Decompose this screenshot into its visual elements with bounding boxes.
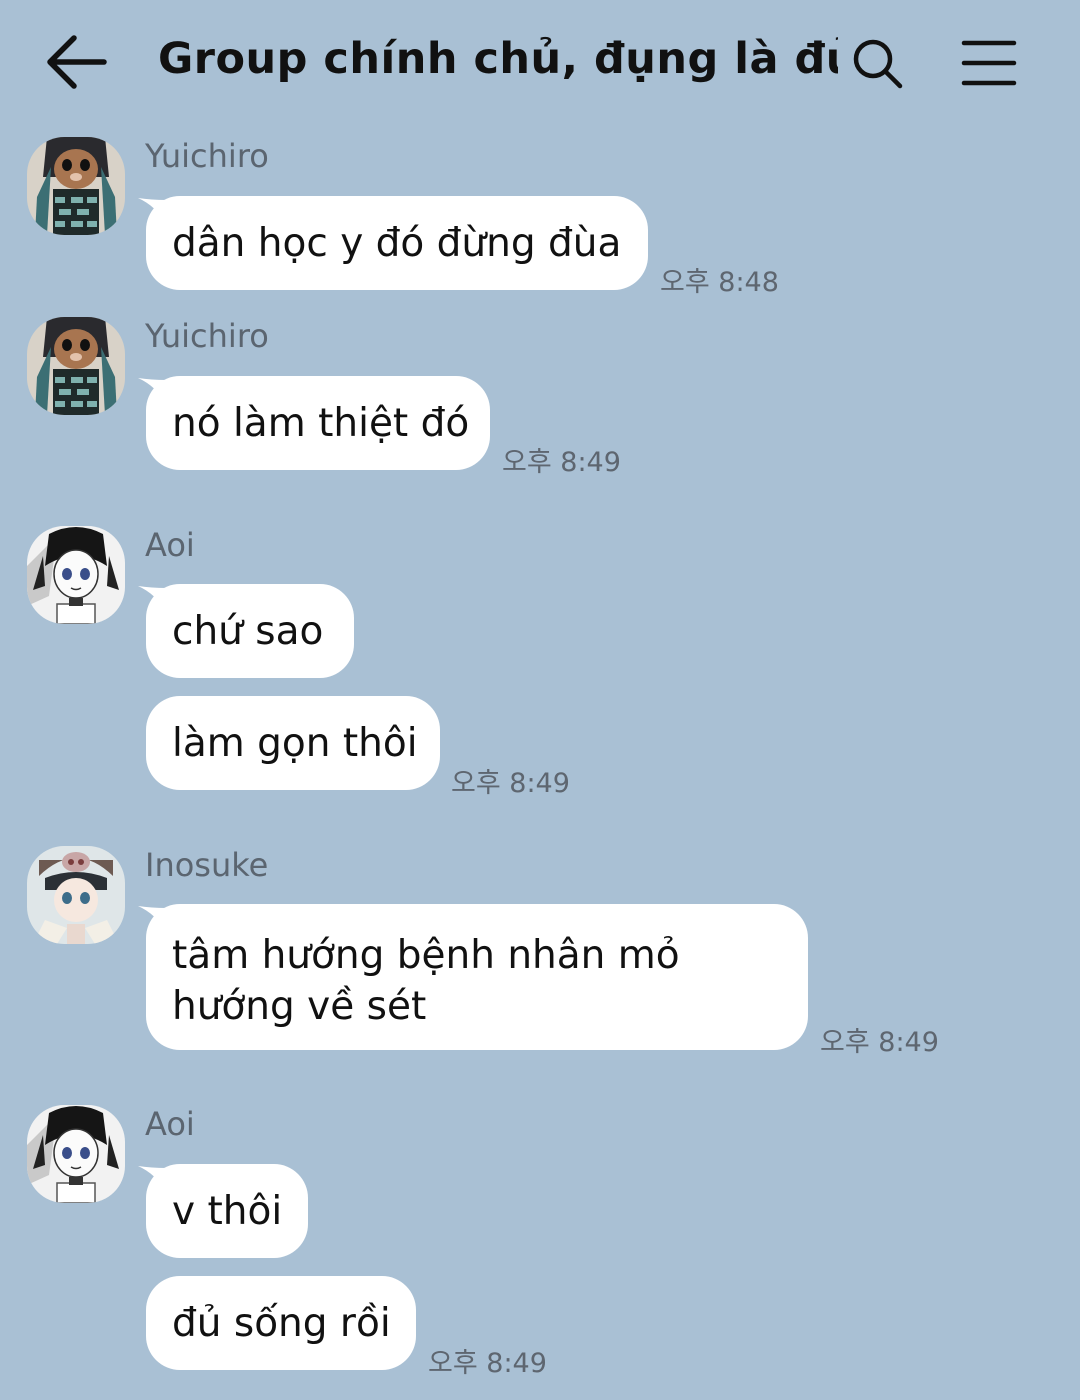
message-bubble[interactable]: tâm hướng bệnh nhân mỏ hướng về sét: [146, 904, 808, 1050]
message-timestamp: 오후 8:49: [502, 447, 621, 478]
yuichiro-avatar[interactable]: [27, 137, 125, 235]
message-timestamp: 오후 8:49: [820, 1027, 939, 1058]
back-button[interactable]: [44, 32, 108, 92]
sender-name: Yuichiro: [145, 317, 269, 355]
hamburger-menu-icon: [961, 40, 1017, 86]
sender-name: Inosuke: [145, 846, 269, 884]
message-timestamp: 오후 8:49: [451, 768, 570, 799]
yuichiro-avatar[interactable]: [27, 317, 125, 415]
message-timestamp: 오후 8:48: [660, 267, 779, 298]
search-button[interactable]: [852, 38, 904, 90]
menu-button[interactable]: [960, 38, 1018, 88]
aoi-avatar[interactable]: [27, 1105, 125, 1203]
chat-header: Group chính chủ, đụng là đủ ...: [0, 0, 1080, 125]
chat-title[interactable]: Group chính chủ, đụng là đủ ...: [158, 34, 838, 84]
sender-name: Aoi: [145, 1105, 195, 1143]
message-timestamp: 오후 8:49: [428, 1348, 547, 1379]
search-icon: [853, 39, 903, 89]
sender-name: Yuichiro: [145, 137, 269, 175]
aoi-avatar[interactable]: [27, 526, 125, 624]
message-bubble[interactable]: v thôi: [146, 1164, 308, 1258]
sender-name: Aoi: [145, 526, 195, 564]
message-bubble[interactable]: làm gọn thôi: [146, 696, 440, 790]
message-bubble[interactable]: nó làm thiệt đó: [146, 376, 490, 470]
message-bubble[interactable]: dân học y đó đừng đùa: [146, 196, 648, 290]
inosuke-avatar[interactable]: [27, 846, 125, 944]
message-bubble[interactable]: chứ sao: [146, 584, 354, 678]
message-bubble[interactable]: đủ sống rồi: [146, 1276, 416, 1370]
arrow-left-icon: [47, 35, 107, 89]
